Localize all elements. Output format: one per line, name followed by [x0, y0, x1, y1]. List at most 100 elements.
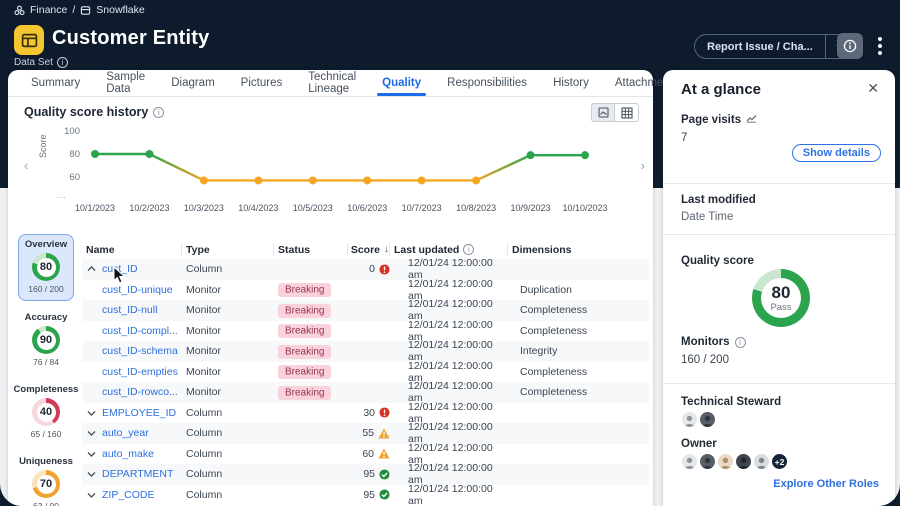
- chart-point[interactable]: [200, 176, 208, 184]
- ring-center: 70: [37, 475, 56, 494]
- breadcrumb: Finance / Snowflake: [14, 4, 145, 16]
- row-name-link[interactable]: cust_ID-empties: [102, 366, 178, 378]
- sort-desc-icon[interactable]: ↓: [384, 244, 389, 255]
- chart-point[interactable]: [145, 150, 153, 158]
- chart-point[interactable]: [527, 151, 535, 159]
- chart-info-icon[interactable]: i: [153, 107, 164, 118]
- column-header-name[interactable]: Name: [82, 243, 182, 256]
- row-name-link[interactable]: cust_ID-rowco...: [102, 386, 178, 398]
- monitors-value: 160 / 200: [681, 354, 729, 366]
- cell-status: Breaking: [274, 386, 348, 398]
- cell-name: cust_ID-null: [82, 304, 182, 316]
- score-summary-column: Overview80160 / 200 Accuracy9076 / 84 Comp…: [14, 234, 78, 506]
- tab-summary[interactable]: Summary: [18, 70, 93, 96]
- domain-icon: [14, 5, 25, 16]
- column-header-status[interactable]: Status: [274, 243, 348, 256]
- cell-status: Breaking: [274, 304, 348, 316]
- expand-row-icon[interactable]: [86, 492, 97, 498]
- avatar[interactable]: [699, 411, 716, 428]
- tab-history[interactable]: History: [540, 70, 602, 96]
- score-warning-icon: [378, 448, 390, 459]
- column-header-dimensions[interactable]: Dimensions: [508, 243, 649, 256]
- score-summary-completeness[interactable]: Completeness4065 / 160: [18, 380, 74, 445]
- row-name-link[interactable]: cust_ID-null: [102, 304, 157, 316]
- chart-point[interactable]: [581, 151, 589, 159]
- score-summary-accuracy[interactable]: Accuracy9076 / 84: [18, 308, 74, 373]
- expand-row-icon[interactable]: [86, 410, 97, 416]
- row-name-link[interactable]: auto_make: [102, 448, 154, 460]
- chart-point[interactable]: [418, 176, 426, 184]
- avatar-overflow-badge[interactable]: +2: [771, 453, 788, 470]
- chart-point[interactable]: [363, 176, 371, 184]
- tab-quality[interactable]: Quality: [369, 70, 434, 96]
- x-tick: 10/7/2023: [391, 203, 453, 213]
- ring-score: 80: [40, 261, 52, 273]
- divider: [663, 383, 895, 384]
- score-value: 55: [362, 427, 374, 439]
- breadcrumb-domain[interactable]: Finance: [30, 4, 67, 16]
- chart-point[interactable]: [472, 176, 480, 184]
- tab-pictures[interactable]: Pictures: [228, 70, 296, 96]
- chart-point[interactable]: [254, 176, 262, 184]
- tab-technical-lineage[interactable]: Technical Lineage: [295, 70, 369, 96]
- avatar[interactable]: [717, 453, 734, 470]
- cell-name: cust_ID-unique: [82, 284, 182, 296]
- column-header-last-updated[interactable]: Last updated i: [390, 243, 508, 256]
- cell-name: cust_ID-rowco...: [82, 386, 182, 398]
- row-name-link[interactable]: auto_year: [102, 427, 149, 439]
- score-warning-icon: [378, 428, 390, 439]
- expand-row-icon[interactable]: [86, 430, 97, 436]
- row-name-link[interactable]: DEPARTMENT: [102, 468, 173, 480]
- table-row: EMPLOYEE_IDColumn3012/01/24 12:00:00 am: [82, 403, 649, 424]
- row-name-link[interactable]: cust_ID-compl...: [102, 325, 178, 337]
- row-name-link[interactable]: cust_ID-schema: [102, 345, 178, 357]
- score-value: 95: [363, 489, 375, 501]
- x-tick: 10/3/2023: [173, 203, 235, 213]
- chart-prev-button[interactable]: ‹: [24, 158, 28, 173]
- more-options-button[interactable]: •••: [874, 36, 886, 57]
- collapse-row-icon[interactable]: [86, 266, 97, 272]
- avatar[interactable]: [699, 453, 716, 470]
- close-icon[interactable]: ✕: [867, 80, 879, 97]
- table-row: DEPARTMENTColumn9512/01/24 12:00:00 am: [82, 464, 649, 485]
- expand-row-icon[interactable]: [86, 471, 97, 477]
- tab-responsibilities[interactable]: Responsibilities: [434, 70, 540, 96]
- row-name-link[interactable]: cust_ID-unique: [102, 284, 173, 296]
- avatar[interactable]: [753, 453, 770, 470]
- technical-steward-avatars: [681, 411, 717, 428]
- explore-other-roles-link[interactable]: Explore Other Roles: [773, 478, 879, 490]
- chart-point[interactable]: [91, 150, 99, 158]
- cell-type: Column: [182, 489, 274, 501]
- chart-next-button[interactable]: ›: [641, 158, 645, 173]
- score-summary-uniqueness[interactable]: Uniqueness7063 / 90: [18, 452, 74, 506]
- chart-point[interactable]: [309, 176, 317, 184]
- dataset-type-label: Data Set: [14, 57, 53, 68]
- avatar[interactable]: [681, 411, 698, 428]
- row-name-link[interactable]: ZIP_CODE: [102, 489, 155, 501]
- breadcrumb-source[interactable]: Snowflake: [96, 4, 144, 16]
- x-tick: 10/6/2023: [336, 203, 398, 213]
- column-header-type[interactable]: Type: [182, 243, 274, 256]
- column-info-icon[interactable]: i: [463, 244, 474, 255]
- avatar[interactable]: [681, 453, 698, 470]
- chart-view-button[interactable]: [591, 103, 615, 122]
- score-ring: 40: [32, 398, 60, 426]
- avatar[interactable]: [735, 453, 752, 470]
- tab-sample-data[interactable]: Sample Data: [93, 70, 158, 96]
- column-header-score[interactable]: Score↓: [348, 243, 390, 256]
- score-summary-overview[interactable]: Overview80160 / 200: [18, 234, 74, 301]
- tab-diagram[interactable]: Diagram: [158, 70, 227, 96]
- info-icon[interactable]: i: [57, 57, 68, 68]
- owner-avatars: +2: [681, 453, 788, 470]
- monitors-info-icon[interactable]: i: [735, 337, 746, 348]
- page-info-button[interactable]: [837, 33, 863, 59]
- show-details-button[interactable]: Show details: [792, 144, 881, 162]
- expand-row-icon[interactable]: [86, 451, 97, 457]
- last-modified-label: Last modified: [681, 194, 756, 206]
- column-header-label: Last updated: [394, 244, 459, 256]
- table-view-button[interactable]: [615, 103, 639, 122]
- report-issue-button[interactable]: Report Issue / Cha...: [694, 34, 857, 59]
- row-name-link[interactable]: EMPLOYEE_ID: [102, 407, 176, 419]
- row-name-link[interactable]: cust_ID: [102, 263, 138, 275]
- score-value: 60: [362, 448, 374, 460]
